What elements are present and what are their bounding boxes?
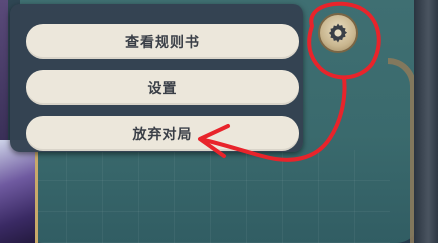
pause-menu-panel: 查看规则书 设置 放弃对局 (10, 4, 303, 152)
gear-menu-button[interactable] (318, 13, 358, 53)
gear-icon (328, 23, 348, 43)
settings-button[interactable]: 设置 (26, 70, 299, 105)
scene-pillar (414, 0, 438, 243)
character-card-edge (0, 0, 8, 140)
board-grid (30, 150, 390, 243)
forfeit-match-button[interactable]: 放弃对局 (26, 116, 299, 151)
character-card-art (0, 140, 38, 243)
board-frame-ornament (388, 58, 416, 243)
view-rulebook-button[interactable]: 查看规则书 (26, 24, 299, 59)
